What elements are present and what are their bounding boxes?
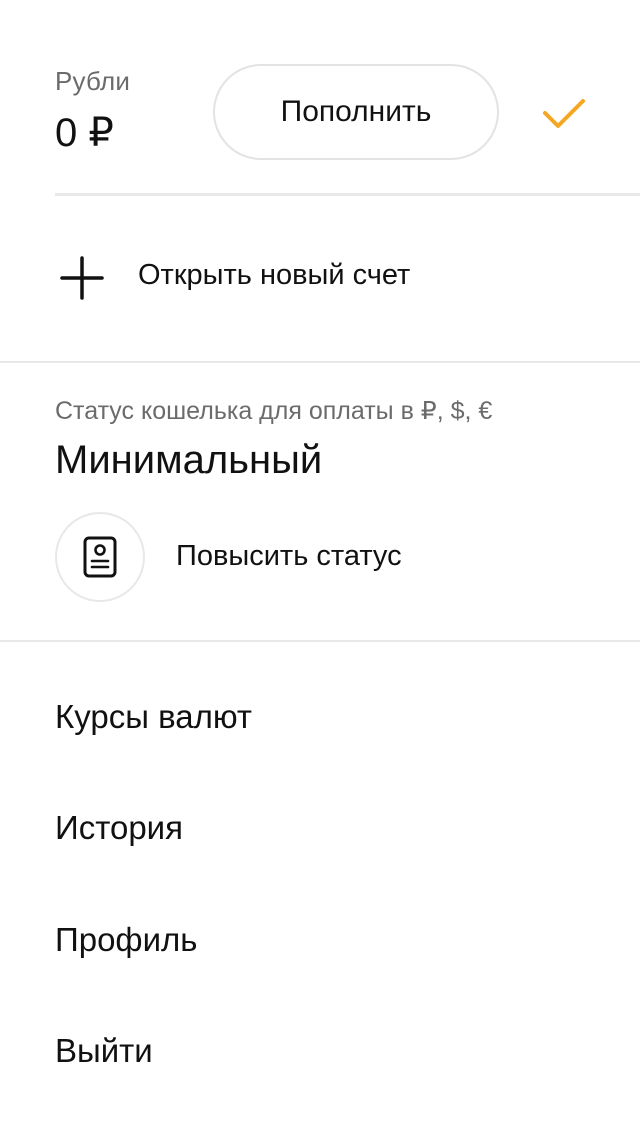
menu-item-profile[interactable]: Профиль [55, 920, 197, 960]
raise-status-button[interactable]: Повысить статус [55, 512, 615, 604]
id-card-icon-glyph [83, 536, 117, 578]
wallet-menu-screen: Рубли 0 ₽ Пополнить Открыть новый счет С… [0, 0, 640, 1130]
wallet-status-value: Минимальный [55, 438, 323, 482]
open-new-account-button[interactable]: Открыть новый счет [0, 196, 640, 362]
account-currency-label: Рубли [55, 66, 131, 96]
wallet-status-caption: Статус кошелька для оплаты в ₽, $, € [55, 397, 493, 425]
check-icon [543, 99, 585, 128]
menu-item-currency-rates[interactable]: Курсы валют [55, 697, 252, 737]
divider [0, 361, 640, 363]
id-card-icon [55, 512, 145, 602]
ruble-account-row[interactable]: Рубли 0 ₽ Пополнить [0, 0, 640, 195]
open-new-account-label: Открыть новый счет [138, 259, 411, 291]
account-balance: 0 ₽ [55, 111, 114, 155]
menu-item-history[interactable]: История [55, 808, 183, 848]
plus-icon [60, 256, 104, 300]
menu-item-logout[interactable]: Выйти [55, 1031, 153, 1071]
topup-button[interactable]: Пополнить [213, 64, 499, 160]
raise-status-label: Повысить статус [176, 540, 402, 572]
divider [0, 640, 640, 642]
